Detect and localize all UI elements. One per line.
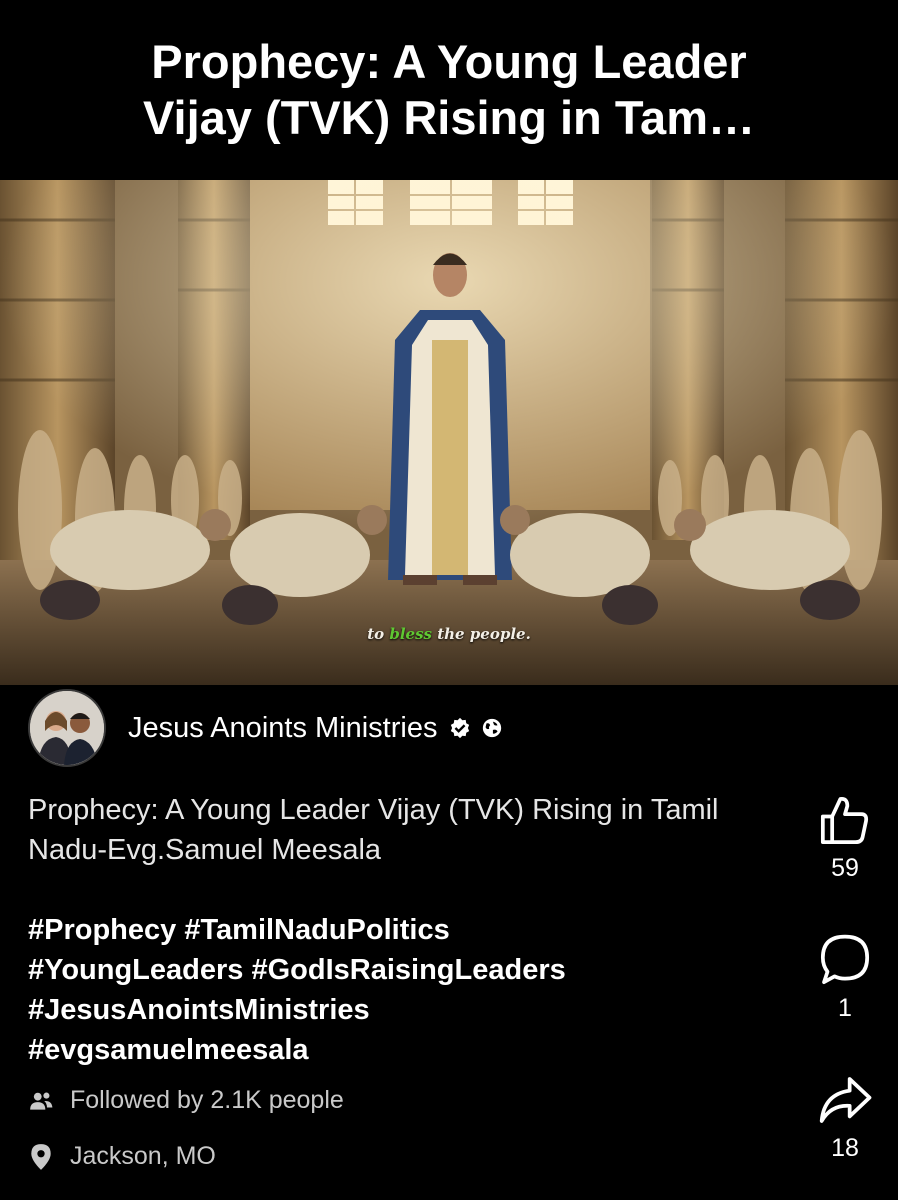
post-description: Prophecy: A Young Leader Vijay (TVK) Ris… <box>28 794 719 866</box>
comment-bubble-icon[interactable] <box>817 932 873 988</box>
hashtag-line[interactable]: #JesusAnointsMinistries <box>28 990 768 1030</box>
author-name[interactable]: Jesus Anoints Ministries <box>128 712 437 745</box>
like-action[interactable]: 59 <box>800 792 890 883</box>
share-arrow-icon[interactable] <box>817 1072 873 1128</box>
people-icon <box>30 1092 53 1110</box>
globe-icon <box>483 718 502 738</box>
video-caption: to bless the people. <box>0 625 898 643</box>
post-hashtags: #Prophecy #TamilNaduPolitics #YoungLeade… <box>28 910 768 1070</box>
followers-row: Followed by 2.1K people <box>28 1086 344 1115</box>
caption-text: to <box>367 625 390 643</box>
video-player[interactable]: to bless the people. <box>0 180 898 685</box>
video-frame <box>0 180 898 685</box>
location-row[interactable]: Jackson, MO <box>28 1142 216 1171</box>
like-count: 59 <box>831 854 859 882</box>
location-pin-icon <box>31 1143 51 1170</box>
share-action[interactable]: 18 <box>800 1072 890 1163</box>
verified-badge-icon <box>451 717 470 739</box>
hashtag-line[interactable]: #evgsamuelmeesala <box>28 1030 768 1070</box>
followers-text: Followed by 2.1K people <box>70 1086 344 1114</box>
location-text[interactable]: Jackson, MO <box>70 1142 216 1171</box>
comment-action[interactable]: 1 <box>800 932 890 1023</box>
caption-highlight: bless <box>389 625 432 643</box>
reel-title-bar: Prophecy: A Young Leader Vijay (TVK) Ris… <box>0 0 898 180</box>
avatar[interactable] <box>28 689 106 767</box>
caption-text-end: the people. <box>431 625 531 643</box>
hashtag-line[interactable]: #YoungLeaders #GodIsRaisingLeaders <box>28 950 768 990</box>
author-row[interactable]: Jesus Anoints Ministries <box>28 688 503 768</box>
comment-count: 1 <box>838 994 852 1022</box>
reel-title: Prophecy: A Young Leader Vijay (TVK) Ris… <box>143 35 755 144</box>
thumbs-up-icon[interactable] <box>817 792 873 848</box>
hashtag-line[interactable]: #Prophecy #TamilNaduPolitics <box>28 910 768 950</box>
share-count: 18 <box>831 1134 859 1162</box>
